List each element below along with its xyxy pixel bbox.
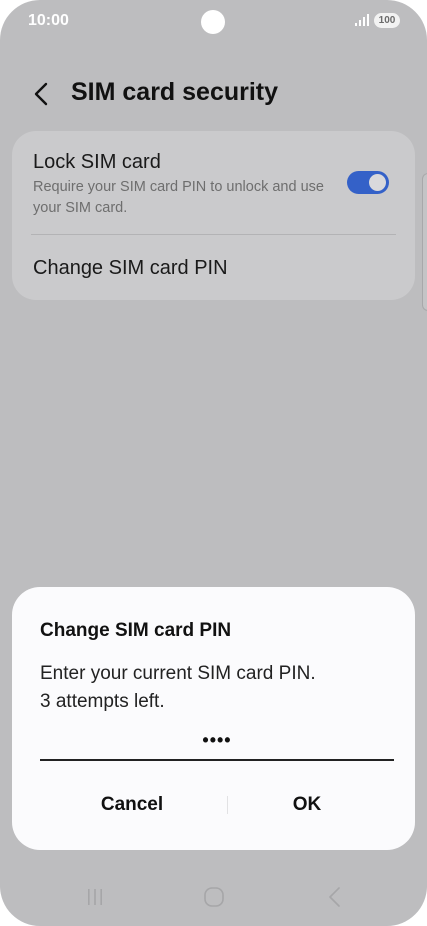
recents-icon[interactable] xyxy=(75,882,115,912)
change-pin-dialog: Change SIM card PIN Enter your current S… xyxy=(12,587,415,850)
toggle-knob xyxy=(369,174,386,191)
ok-button[interactable]: OK xyxy=(217,780,397,830)
edge-panel-handle[interactable] xyxy=(422,173,427,311)
front-camera xyxy=(201,10,225,34)
change-sim-pin-row[interactable]: Change SIM card PIN xyxy=(12,235,415,300)
status-bar: 10:00 100 xyxy=(0,0,427,44)
home-icon[interactable] xyxy=(194,882,234,912)
page-header: SIM card security xyxy=(0,72,427,116)
cancel-button[interactable]: Cancel xyxy=(42,780,222,830)
sim-security-card: Lock SIM card Require your SIM card PIN … xyxy=(12,131,415,300)
dialog-message-line2: 3 attempts left. xyxy=(40,691,165,712)
pin-input[interactable] xyxy=(40,721,394,761)
navigation-bar xyxy=(0,872,427,922)
battery-icon: 100 xyxy=(374,13,400,28)
dialog-message: Enter your current SIM card PIN. 3 attem… xyxy=(40,660,400,716)
page-title: SIM card security xyxy=(71,78,279,106)
lock-sim-title: Lock SIM card xyxy=(33,151,161,173)
signal-icon xyxy=(355,14,369,26)
chevron-left-icon[interactable] xyxy=(28,80,56,108)
dialog-message-line1: Enter your current SIM card PIN. xyxy=(40,663,316,684)
back-icon[interactable] xyxy=(314,882,354,912)
lock-sim-toggle[interactable] xyxy=(347,171,389,194)
dialog-title: Change SIM card PIN xyxy=(40,620,232,641)
lock-sim-description: Require your SIM card PIN to unlock and … xyxy=(33,179,324,216)
lock-sim-row[interactable]: Lock SIM card Require your SIM card PIN … xyxy=(12,131,415,234)
change-sim-pin-label: Change SIM card PIN xyxy=(33,257,228,279)
status-time: 10:00 xyxy=(28,12,69,29)
phone-screen: 10:00 100 SIM card security Lock SIM car… xyxy=(0,0,427,926)
